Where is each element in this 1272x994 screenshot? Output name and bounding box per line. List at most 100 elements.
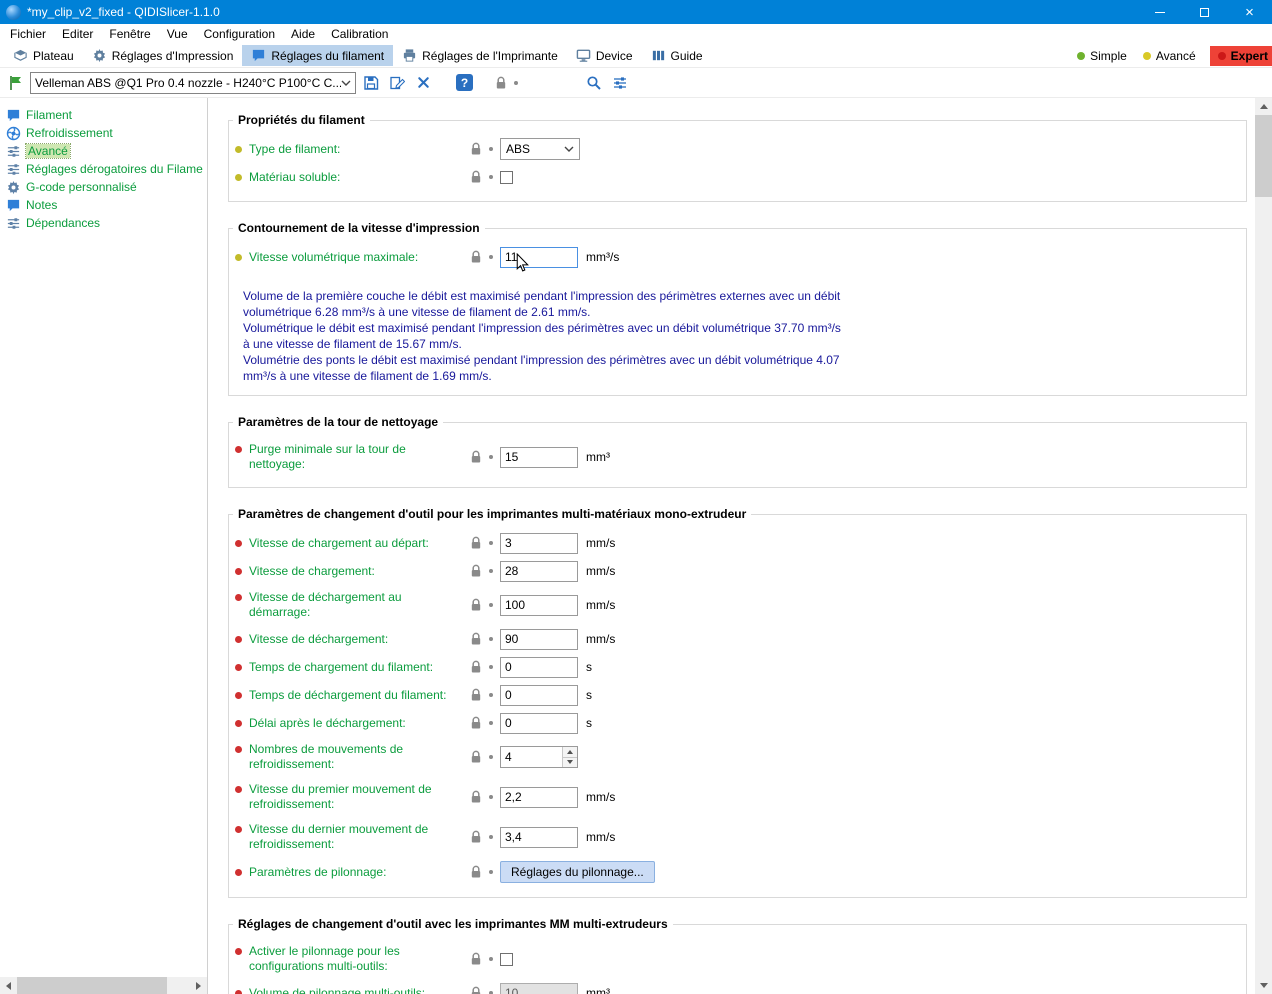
setting-label: Vitesse de déchargement au démarrage: [249, 590, 402, 619]
cooling-moves-input[interactable] [501, 747, 562, 767]
mode-avance[interactable]: Avancé [1142, 49, 1196, 63]
lock-icon[interactable] [470, 750, 482, 764]
sidebar-item-gcode-personnalise[interactable]: G-code personnalisé [0, 178, 207, 196]
tab-device[interactable]: Device [567, 45, 642, 66]
lock-icon[interactable] [470, 790, 482, 804]
scroll-left-button[interactable] [0, 977, 17, 994]
scroll-down-button[interactable] [1255, 977, 1272, 994]
horizontal-scrollbar[interactable] [0, 977, 207, 994]
tab-plateau[interactable]: Plateau [4, 45, 83, 66]
setting-row: Vitesse de chargement: mm/s [235, 557, 1238, 585]
type-filament-select[interactable]: ABS [500, 138, 580, 160]
save-preset-button[interactable] [360, 72, 382, 94]
scrollbar-track[interactable] [1255, 197, 1272, 977]
search-button[interactable] [583, 72, 605, 94]
help-button[interactable]: ? [456, 74, 473, 91]
first-cooling-speed-input[interactable] [500, 786, 578, 808]
lock-icon[interactable] [470, 170, 482, 184]
unloading-speed-input[interactable] [500, 628, 578, 650]
lock-icon[interactable] [470, 660, 482, 674]
delete-preset-button[interactable] [412, 72, 434, 94]
sidebar-item-refroidissement[interactable]: Refroidissement [0, 124, 207, 142]
tab-print-settings[interactable]: Réglages d'Impression [83, 45, 243, 66]
lock-icon[interactable] [470, 142, 482, 156]
scrollbar-thumb[interactable] [1255, 115, 1272, 197]
lock-icon[interactable] [470, 536, 482, 550]
loading-speed-start-input[interactable] [500, 532, 578, 554]
tab-guide[interactable]: Guide [642, 45, 712, 66]
ramming-settings-button[interactable]: Réglages du pilonnage... [500, 861, 655, 883]
unloading-speed-start-input[interactable] [500, 594, 578, 616]
lock-icon[interactable] [470, 632, 482, 646]
tab-filament-settings[interactable]: Réglages du filament [242, 45, 394, 66]
group-print-speed-override: Contournement de la vitesse d'impression… [228, 221, 1247, 396]
lock-icon[interactable] [470, 716, 482, 730]
menu-configuration[interactable]: Configuration [196, 24, 283, 44]
vertical-scrollbar[interactable] [1255, 98, 1272, 994]
lock-icon[interactable] [470, 986, 482, 994]
compare-settings-button[interactable] [609, 72, 631, 94]
scroll-right-button[interactable] [190, 977, 207, 994]
lock-icon[interactable] [470, 688, 482, 702]
revert-dot-icon [489, 721, 493, 725]
expert-mode-bullet [235, 746, 242, 753]
scrollbar-thumb[interactable] [17, 977, 167, 994]
delay-after-unload-input[interactable] [500, 712, 578, 734]
note-icon [6, 198, 21, 213]
menu-fichier[interactable]: Fichier [2, 24, 54, 44]
mode-expert[interactable]: Expert [1209, 45, 1272, 66]
setting-row: Vitesse volumétrique maximale: mm³/s [235, 243, 1238, 271]
preset-combobox[interactable]: Velleman ABS @Q1 Pro 0.4 nozzle - H240°C… [30, 71, 356, 94]
lock-icon[interactable] [470, 450, 482, 464]
tab-printer-settings[interactable]: Réglages de l'Imprimante [393, 45, 567, 66]
maximize-button[interactable] [1182, 0, 1227, 24]
close-button[interactable]: × [1227, 0, 1272, 24]
menu-fenetre[interactable]: Fenêtre [101, 24, 158, 44]
lock-icon[interactable] [470, 830, 482, 844]
lock-icon[interactable] [470, 865, 482, 879]
unit-label: mm/s [586, 830, 616, 844]
menu-editer[interactable]: Editer [54, 24, 101, 44]
load-time-input[interactable] [500, 656, 578, 678]
sidebar-item-avance[interactable]: Avancé [0, 142, 207, 160]
menu-calibration[interactable]: Calibration [323, 24, 396, 44]
titlebar: *my_clip_v2_fixed - QIDISlicer-1.1.0 × [0, 0, 1272, 24]
minimize-button[interactable] [1137, 0, 1182, 24]
device-icon [576, 48, 591, 63]
scroll-up-button[interactable] [1255, 98, 1272, 115]
sidebar-item-notes[interactable]: Notes [0, 196, 207, 214]
max-volumetric-speed-input[interactable] [500, 246, 578, 268]
lock-icon[interactable] [495, 76, 507, 90]
sidebar-item-label: Notes [26, 198, 58, 212]
spin-down-button[interactable] [563, 757, 577, 767]
preset-toolbar: Velleman ABS @Q1 Pro 0.4 nozzle - H240°C… [0, 68, 1272, 98]
menu-vue[interactable]: Vue [159, 24, 196, 44]
group-title: Propriétés du filament [233, 113, 370, 127]
minimize-icon [1154, 11, 1165, 13]
lock-icon[interactable] [470, 564, 482, 578]
sidebar-item-dependances[interactable]: Dépendances [0, 214, 207, 232]
sidebar-item-filament[interactable]: Filament [0, 106, 207, 124]
rename-preset-button[interactable] [386, 72, 408, 94]
soluble-checkbox[interactable] [500, 170, 513, 184]
expert-mode-bullet [235, 868, 242, 876]
lock-icon[interactable] [470, 250, 482, 264]
arrow-left-icon [6, 981, 11, 990]
settings-sliders-icon [612, 75, 628, 91]
last-cooling-speed-input[interactable] [500, 826, 578, 848]
revert-dot-icon [489, 693, 493, 697]
mode-simple[interactable]: Simple [1077, 49, 1127, 63]
menu-aide[interactable]: Aide [283, 24, 323, 44]
cooling-moves-spinner[interactable] [500, 746, 578, 768]
unload-time-input[interactable] [500, 684, 578, 706]
minimal-purge-input[interactable] [500, 446, 578, 468]
multitool-ramming-checkbox[interactable] [500, 952, 513, 966]
unit-label: mm³ [586, 450, 610, 464]
lock-icon[interactable] [470, 952, 482, 966]
setting-row: Purge minimale sur la tour de nettoyage:… [235, 437, 1238, 477]
loading-speed-input[interactable] [500, 560, 578, 582]
lock-icon[interactable] [470, 598, 482, 612]
sidebar-item-reglages-derogatoires[interactable]: Réglages dérogatoires du Filame [0, 160, 207, 178]
setting-row: Vitesse de déchargement au démarrage: mm… [235, 585, 1238, 625]
spin-up-button[interactable] [563, 747, 577, 758]
